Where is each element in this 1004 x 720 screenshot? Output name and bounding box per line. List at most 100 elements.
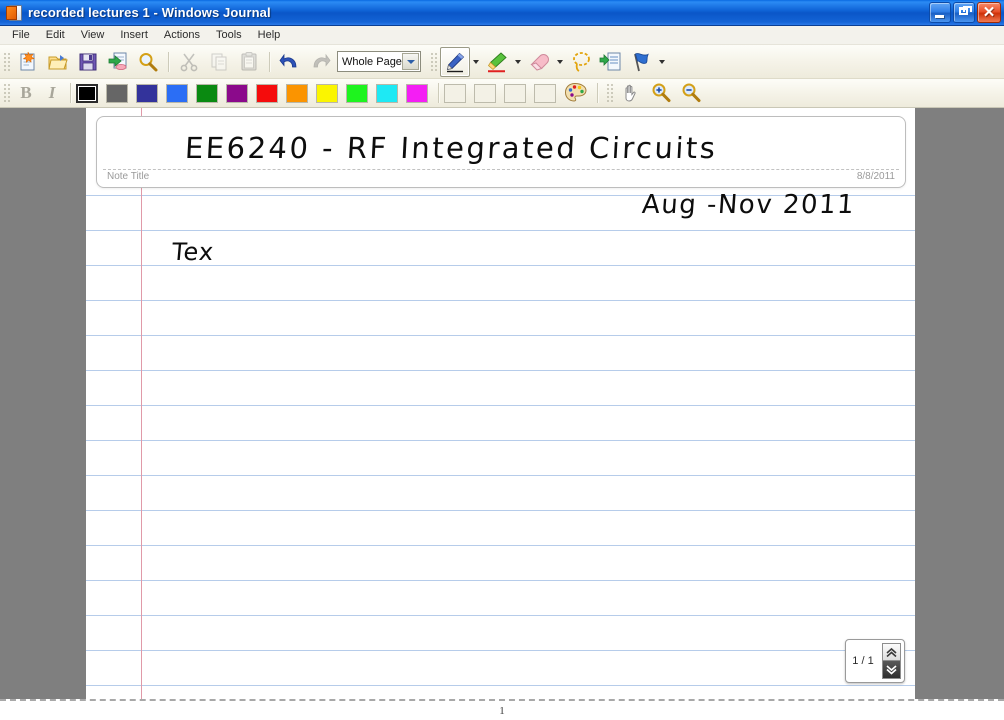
custom-color-slot-4[interactable] [534,83,556,103]
redo-arrow-icon [313,53,331,67]
format-toolbar: B I [0,79,1004,108]
highlighter-tool-button[interactable] [482,47,512,77]
restore-icon [959,6,972,15]
zoom-out-button[interactable] [676,78,706,108]
undo-arrow-icon [279,53,297,67]
toolbar-separator [597,83,598,103]
note-page[interactable]: EE6240 - RF Integrated Circuits Note Tit… [86,108,915,699]
document-workspace[interactable]: EE6240 - RF Integrated Circuits Note Tit… [0,108,1004,699]
toolbar-grip[interactable] [605,82,613,104]
color-green[interactable] [196,83,218,103]
menu-view[interactable]: View [73,27,113,44]
menu-tools[interactable]: Tools [208,27,250,44]
menu-actions[interactable]: Actions [156,27,208,44]
color-black[interactable] [76,83,98,103]
menu-bar: File Edit View Insert Actions Tools Help [0,26,1004,45]
color-orange[interactable] [286,83,308,103]
magnifier-icon [139,52,158,71]
next-page-button[interactable] [882,661,901,679]
search-button[interactable] [133,47,163,77]
previous-page-button[interactable] [882,643,901,661]
note-date: 8/8/2011 [856,171,895,182]
custom-color-slot-3[interactable] [504,83,526,103]
green-highlighter-icon [487,51,507,72]
chevron-double-down-icon [886,665,897,675]
color-cyan[interactable] [376,83,398,103]
pen-dropdown-button[interactable] [470,48,482,76]
zoom-in-button[interactable] [646,78,676,108]
palette-icon [564,82,587,102]
pink-eraser-icon [530,53,549,71]
page-navigation[interactable]: 1 / 1 [845,639,905,683]
new-note-button[interactable] [13,47,43,77]
menu-help[interactable]: Help [250,27,289,44]
magnifier-plus-icon [652,83,671,103]
save-button[interactable] [73,47,103,77]
undo-button[interactable] [275,47,305,77]
journal-window: recorded lectures 1 - Windows Journal ✕ … [0,0,1004,720]
custom-color-slot-2[interactable] [474,83,496,103]
window-title: recorded lectures 1 - Windows Journal [28,5,271,20]
color-bright-green[interactable] [346,83,368,103]
menu-insert[interactable]: Insert [112,27,156,44]
chevron-down-icon [515,59,521,64]
color-yellow[interactable] [316,83,338,103]
chevron-down-icon [659,59,665,64]
selection-tool-button[interactable] [566,47,596,77]
minimize-button[interactable] [929,2,951,23]
custom-color-slot-1[interactable] [444,83,466,103]
title-guide-line [103,169,899,170]
window-controls: ✕ [929,2,1001,23]
restore-button[interactable] [953,2,975,23]
highlighter-dropdown-button[interactable] [512,48,524,76]
toolbar-separator [168,51,169,72]
margin-rule [141,108,142,699]
export-button[interactable] [103,47,133,77]
flag-dropdown-button[interactable] [656,48,668,76]
color-indigo[interactable] [136,83,158,103]
close-button[interactable]: ✕ [977,2,1001,23]
new-document-icon [20,51,35,70]
cut-button[interactable] [174,47,204,77]
toolbar-grip[interactable] [2,82,10,104]
status-page-number: 1 [499,704,505,717]
chevron-down-icon[interactable] [402,53,419,70]
close-icon: ✕ [982,4,996,21]
open-button[interactable] [43,47,73,77]
chevron-down-icon [473,59,479,64]
blue-flag-icon [634,52,649,71]
scissors-icon [180,53,198,71]
status-bar: 1 [0,701,1004,720]
menu-file[interactable]: File [4,27,38,44]
toolbar-separator [70,83,71,103]
insert-space-button[interactable] [596,47,626,77]
italic-button[interactable]: I [39,81,65,105]
ink-note-title: EE6240 - RF Integrated Circuits [184,131,719,165]
note-title-box[interactable]: EE6240 - RF Integrated Circuits Note Tit… [96,116,906,188]
pen-tool-button[interactable] [440,46,470,77]
copy-button[interactable] [204,47,234,77]
toolbar-grip[interactable] [429,50,437,73]
zoom-level-combobox[interactable]: Whole Page [337,51,421,72]
paste-button[interactable] [234,47,264,77]
flag-note-button[interactable] [626,47,656,77]
title-bar[interactable]: recorded lectures 1 - Windows Journal ✕ [0,0,1004,26]
bold-button[interactable]: B [13,81,39,105]
color-magenta[interactable] [406,83,428,103]
redo-button[interactable] [305,47,335,77]
hand-pan-icon [625,84,636,102]
copy-pages-icon [211,53,227,70]
color-blue[interactable] [166,83,188,103]
color-purple[interactable] [226,83,248,103]
page-indicator: 1 / 1 [852,655,874,667]
menu-edit[interactable]: Edit [38,27,73,44]
color-gray[interactable] [106,83,128,103]
toolbar-grip[interactable] [2,50,10,73]
zoom-level-value: Whole Page [342,55,402,68]
color-red[interactable] [256,83,278,103]
pan-button[interactable] [616,78,646,108]
color-palette-button[interactable] [564,82,588,104]
eraser-dropdown-button[interactable] [554,48,566,76]
ruled-lines [86,108,915,699]
eraser-tool-button[interactable] [524,47,554,77]
